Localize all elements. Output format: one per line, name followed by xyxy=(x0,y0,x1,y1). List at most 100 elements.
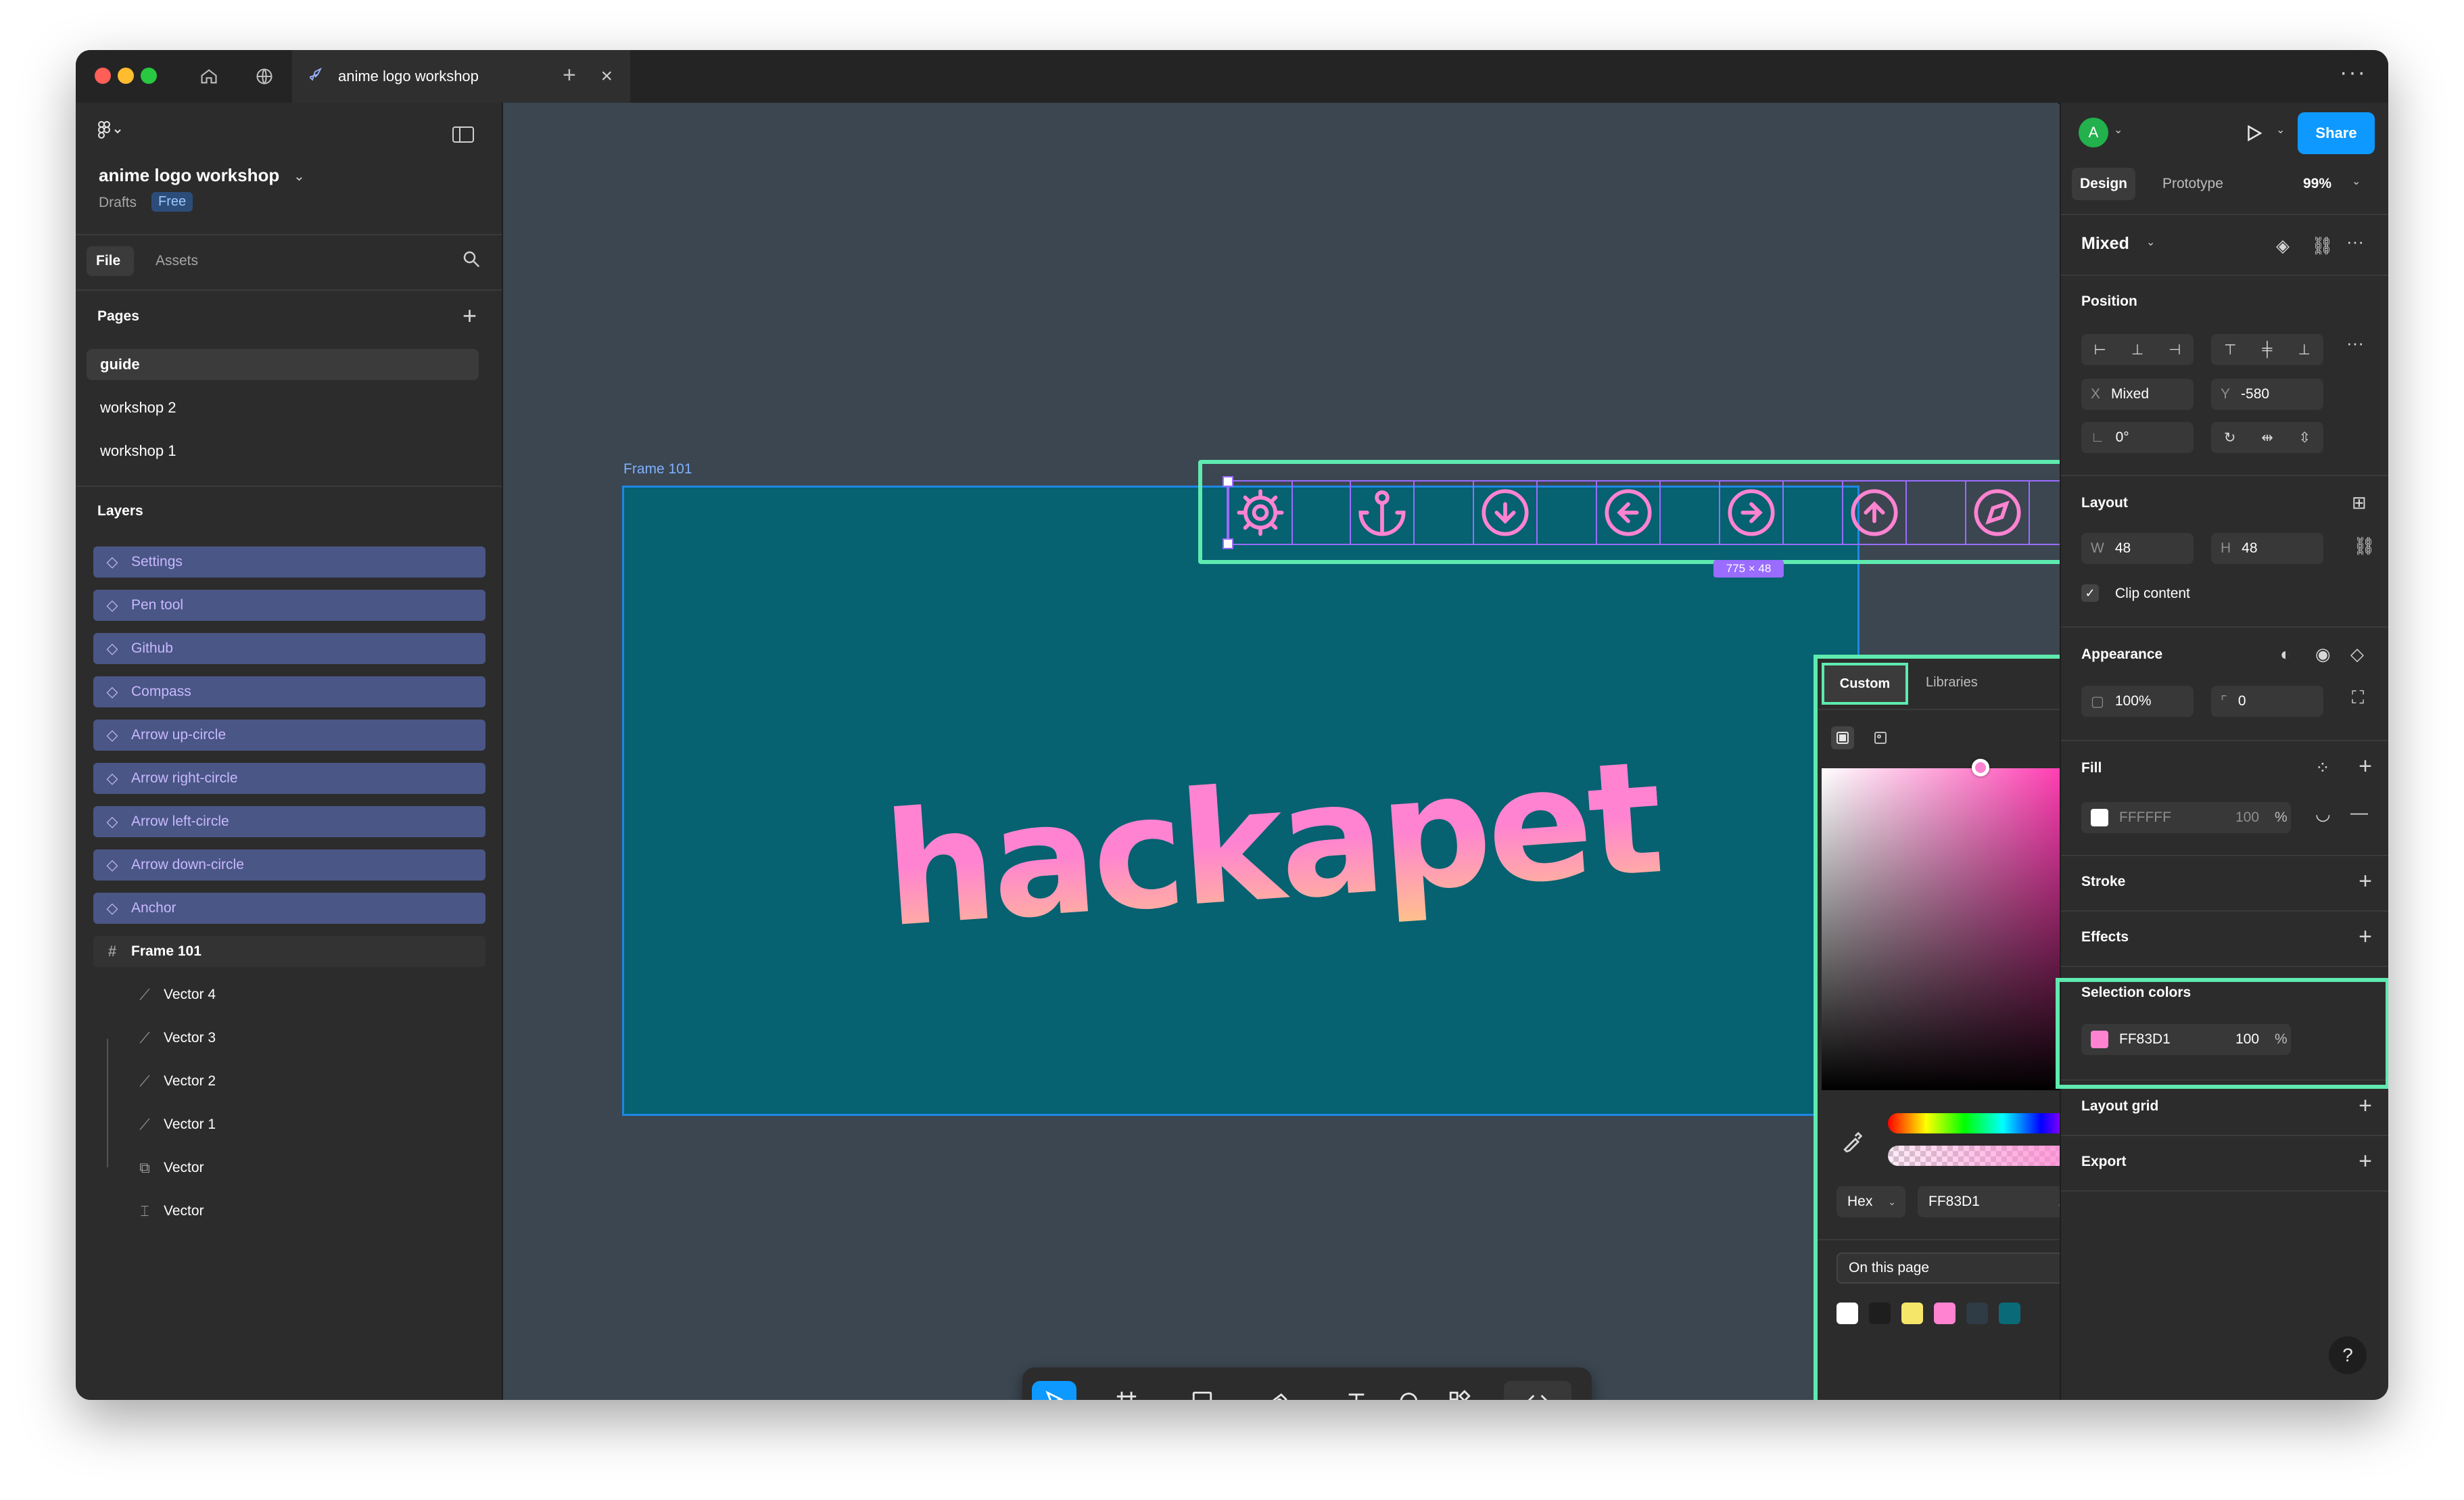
independent-corners-icon[interactable]: ⛶ xyxy=(2352,687,2364,709)
selection-type[interactable]: Mixed xyxy=(2081,234,2129,254)
share-button[interactable]: Share xyxy=(2298,112,2375,154)
solid-fill-icon[interactable] xyxy=(1831,726,1854,749)
rectangle-tool-chevron-icon[interactable]: ⌄ xyxy=(1224,1381,1240,1400)
auto-layout-icon[interactable]: ⊞ xyxy=(2352,492,2367,513)
text-tool-button[interactable] xyxy=(1336,1381,1377,1400)
styles-grid-icon[interactable]: ⁘ xyxy=(2315,757,2330,778)
hide-fill-icon[interactable]: ◡ xyxy=(2315,803,2331,824)
search-icon[interactable] xyxy=(461,249,481,273)
detach-icon[interactable]: ⛓ xyxy=(2311,235,2333,256)
swatch-teal[interactable] xyxy=(1999,1303,2020,1324)
chevron-down-icon[interactable]: ⌄ xyxy=(2146,235,2155,249)
avatar[interactable]: A xyxy=(2079,118,2108,147)
style-icon[interactable]: ◐ xyxy=(2280,644,2291,665)
file-menu-chevron-icon[interactable]: ⌄ xyxy=(293,168,305,185)
present-icon[interactable] xyxy=(2244,123,2264,147)
comment-tool-button[interactable] xyxy=(1388,1381,1428,1400)
layer-frame-101[interactable]: # Frame 101 xyxy=(93,936,485,967)
anchor-icon[interactable] xyxy=(1350,482,1415,544)
file-name[interactable]: anime logo workshop xyxy=(99,165,279,186)
compass-icon[interactable] xyxy=(1965,482,2030,544)
layer-vector-3[interactable]: ⟋ Vector 3 xyxy=(126,1023,518,1054)
toggle-sidebar-icon[interactable] xyxy=(452,126,475,147)
align-middle-icon[interactable]: ╪ xyxy=(2262,342,2273,358)
tab-prototype[interactable]: Prototype xyxy=(2162,176,2223,192)
align-bottom-icon[interactable]: ⊥ xyxy=(2298,342,2311,358)
move-tool-chevron-icon[interactable]: ⌄ xyxy=(1078,1381,1094,1400)
page-item-workshop-1[interactable]: workshop 1 xyxy=(87,436,479,467)
minimize-window-button[interactable] xyxy=(118,68,134,84)
tab-design[interactable]: Design xyxy=(2072,168,2135,200)
chevron-down-icon[interactable]: ⌄ xyxy=(2276,123,2285,137)
component-icon[interactable]: ◈ xyxy=(2276,235,2290,256)
remove-fill-icon[interactable]: — xyxy=(2350,802,2368,823)
add-export-icon[interactable]: + xyxy=(2359,1150,2372,1173)
hackapet-logo[interactable]: hackapet xyxy=(879,728,1665,962)
frame-tool-button[interactable] xyxy=(1106,1381,1147,1400)
tab-file[interactable]: File xyxy=(87,246,134,276)
swatch-black[interactable] xyxy=(1869,1303,1891,1324)
chevron-down-icon[interactable]: ⌄ xyxy=(2114,123,2123,137)
close-tab-icon[interactable]: × xyxy=(600,65,613,88)
tab-custom[interactable]: Custom xyxy=(1822,663,1908,705)
layer-settings[interactable]: ◇ Settings xyxy=(93,546,485,578)
y-position-field[interactable]: Y -580 xyxy=(2211,379,2323,410)
page-item-workshop-2[interactable]: workshop 2 xyxy=(87,392,479,423)
align-right-icon[interactable]: ⊣ xyxy=(2169,342,2181,358)
drafts-label[interactable]: Drafts xyxy=(99,195,137,211)
width-field[interactable]: W 48 xyxy=(2081,533,2194,564)
saturation-value-handle[interactable] xyxy=(1972,759,1989,776)
layer-vector-a[interactable]: ⧉ Vector xyxy=(126,1152,518,1183)
layer-pen-tool[interactable]: ◇ Pen tool xyxy=(93,590,485,621)
pen-tool-button[interactable] xyxy=(1259,1381,1300,1400)
rotation-field[interactable]: ∟ 0° xyxy=(2081,422,2194,453)
tab-assets[interactable]: Assets xyxy=(156,253,198,269)
arrow-right-circle-icon[interactable] xyxy=(1719,482,1784,544)
swatch-pink[interactable] xyxy=(1934,1303,1956,1324)
vertical-align-group[interactable]: ⊤ ╪ ⊥ xyxy=(2211,334,2323,365)
gear-icon[interactable] xyxy=(1228,482,1293,544)
document-tab[interactable]: anime logo workshop × xyxy=(292,50,630,103)
constrain-proportions-icon[interactable]: ⛓ xyxy=(2353,536,2375,557)
layer-arrow-up-circle[interactable]: ◇ Arrow up-circle xyxy=(93,720,485,751)
layer-arrow-down-circle[interactable]: ◇ Arrow down-circle xyxy=(93,849,485,881)
visibility-eye-icon[interactable]: ◉ xyxy=(2315,644,2331,665)
layer-arrow-right-circle[interactable]: ◇ Arrow right-circle xyxy=(93,763,485,794)
resize-handle[interactable] xyxy=(1223,476,1233,487)
pen-tool-chevron-icon[interactable]: ⌄ xyxy=(1301,1381,1317,1400)
eyedropper-icon[interactable] xyxy=(1842,1129,1865,1156)
close-window-button[interactable] xyxy=(95,68,111,84)
opacity-field[interactable]: ▢ 100% xyxy=(2081,686,2194,717)
horizontal-align-group[interactable]: ⊢ ⊥ ⊣ xyxy=(2081,334,2194,365)
x-position-field[interactable]: X Mixed xyxy=(2081,379,2194,410)
clip-content-checkbox[interactable]: ✓ xyxy=(2081,584,2099,602)
layer-vector-b[interactable]: ⌶ Vector xyxy=(126,1196,518,1227)
color-format-select[interactable]: Hex ⌄ xyxy=(1837,1186,1905,1217)
image-fill-icon[interactable] xyxy=(1869,726,1892,749)
layer-arrow-left-circle[interactable]: ◇ Arrow left-circle xyxy=(93,806,485,837)
figma-menu-icon[interactable] xyxy=(96,120,123,148)
layer-github[interactable]: ◇ Github xyxy=(93,633,485,664)
align-center-h-icon[interactable]: ⊥ xyxy=(2131,342,2143,358)
new-tab-icon[interactable]: + xyxy=(563,62,576,89)
zoom-level[interactable]: 99% xyxy=(2303,176,2331,192)
arrow-down-circle-icon[interactable] xyxy=(1473,482,1538,544)
swatch-yellow[interactable] xyxy=(1901,1303,1923,1324)
dev-mode-toggle[interactable] xyxy=(1504,1381,1571,1400)
arrow-left-circle-icon[interactable] xyxy=(1596,482,1661,544)
layer-compass[interactable]: ◇ Compass xyxy=(93,676,485,707)
help-button[interactable]: ? xyxy=(2329,1336,2367,1374)
fill-field[interactable]: FFFFFF 100 % xyxy=(2081,802,2291,833)
align-left-icon[interactable]: ⊢ xyxy=(2094,342,2106,358)
frame-tool-chevron-icon[interactable]: ⌄ xyxy=(1148,1381,1164,1400)
swatch-slate[interactable] xyxy=(1966,1303,1988,1324)
layer-vector-1[interactable]: ⟋ Vector 1 xyxy=(126,1109,518,1140)
actions-tool-button[interactable] xyxy=(1439,1381,1479,1400)
fill-swatch[interactable] xyxy=(2091,809,2108,826)
page-item-guide[interactable]: guide xyxy=(87,349,479,380)
align-top-icon[interactable]: ⊤ xyxy=(2224,342,2236,358)
add-page-icon[interactable]: + xyxy=(463,302,477,330)
more-align-icon[interactable]: ··· xyxy=(2346,333,2364,354)
frame-101[interactable]: hackapet xyxy=(622,486,1859,1116)
more-options-icon[interactable]: ··· xyxy=(2346,231,2364,252)
